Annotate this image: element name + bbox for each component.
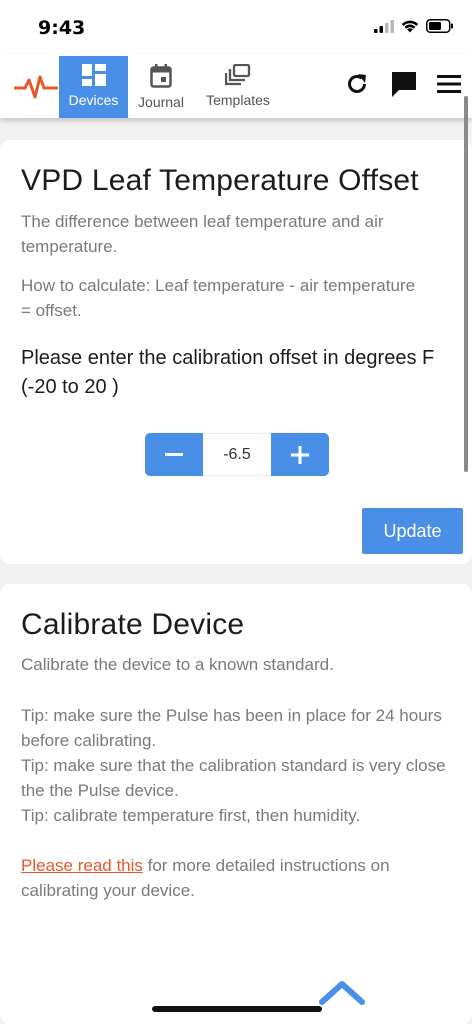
scrollbar[interactable] bbox=[464, 96, 468, 472]
vpd-prompt: Please enter the calibration offset in d… bbox=[21, 347, 435, 398]
calibrate-instructions: Please read this for more detailed instr… bbox=[21, 853, 441, 903]
calibrate-tip-1: Tip: make sure the Pulse has been in pla… bbox=[21, 706, 442, 750]
calibrate-tip-3: Tip: calibrate temperature first, then h… bbox=[21, 806, 361, 825]
vpd-offset-card: VPD Leaf Temperature Offset The differen… bbox=[0, 140, 472, 564]
offset-value-input[interactable]: -6.5 bbox=[203, 433, 271, 476]
increment-button[interactable] bbox=[271, 433, 329, 476]
minus-icon bbox=[165, 452, 183, 456]
tab-templates[interactable]: Templates bbox=[200, 56, 276, 118]
tab-devices[interactable]: Devices bbox=[59, 56, 128, 118]
status-bar: 9:43 bbox=[0, 0, 472, 54]
tab-journal-label: Journal bbox=[138, 94, 184, 110]
calibrate-description: Calibrate the device to a known standard… bbox=[21, 655, 334, 674]
plus-icon bbox=[291, 445, 309, 464]
chevron-up-icon bbox=[319, 981, 365, 1005]
status-time: 9:43 bbox=[38, 17, 86, 39]
calibrate-device-card: Calibrate Device Calibrate the device to… bbox=[0, 584, 472, 1024]
dashboard-icon bbox=[81, 64, 106, 86]
calendar-icon bbox=[150, 64, 172, 88]
tab-journal[interactable]: Journal bbox=[134, 56, 188, 118]
update-button[interactable]: Update bbox=[362, 508, 463, 554]
hamburger-menu-icon bbox=[437, 75, 461, 93]
scroll-to-top-button[interactable] bbox=[318, 978, 366, 1011]
decrement-button[interactable] bbox=[145, 433, 203, 476]
chat-button[interactable] bbox=[390, 68, 418, 100]
chat-icon bbox=[392, 72, 416, 97]
signal-icon bbox=[374, 19, 394, 33]
calibrate-tip-2: Tip: make sure that the calibration stan… bbox=[21, 756, 446, 800]
read-this-link[interactable]: Please read this bbox=[21, 856, 143, 875]
wifi-icon bbox=[401, 20, 419, 32]
offset-stepper: -6.5 bbox=[145, 433, 329, 476]
refresh-button[interactable] bbox=[345, 68, 369, 100]
status-icons bbox=[374, 19, 454, 33]
tab-devices-label: Devices bbox=[68, 92, 119, 108]
pulse-logo-icon[interactable] bbox=[13, 74, 59, 105]
calibrate-title: Calibrate Device bbox=[21, 608, 245, 641]
battery-icon bbox=[426, 19, 453, 33]
tab-templates-label: Templates bbox=[206, 92, 270, 108]
home-indicator bbox=[152, 1006, 322, 1012]
vpd-title: VPD Leaf Temperature Offset bbox=[21, 164, 419, 197]
refresh-icon bbox=[348, 74, 366, 93]
vpd-how-to: How to calculate: Leaf temperature - air… bbox=[21, 276, 416, 320]
templates-icon bbox=[225, 64, 251, 86]
vpd-description: The difference between leaf temperature … bbox=[21, 212, 384, 256]
top-navbar: Devices Journal Templates bbox=[0, 54, 472, 118]
menu-button[interactable] bbox=[436, 68, 462, 100]
